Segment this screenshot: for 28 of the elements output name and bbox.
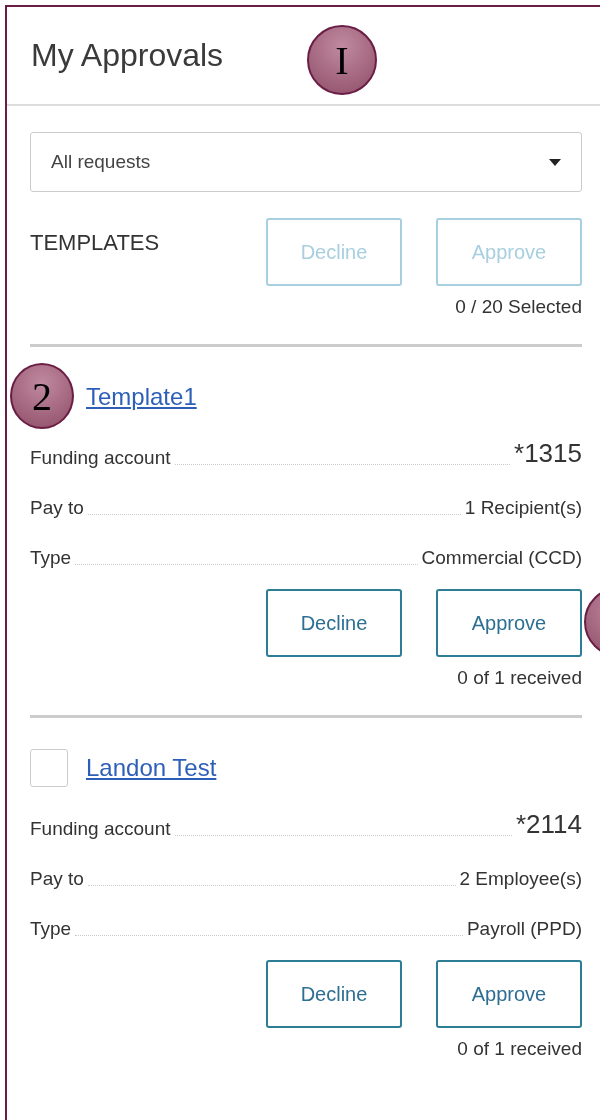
status-text: 0 of 1 received: [457, 667, 582, 689]
callout-badge: I: [307, 25, 377, 95]
field-value: Commercial (CCD): [421, 547, 582, 569]
request-filter-dropdown[interactable]: All requests: [30, 132, 582, 192]
field-label: Funding account: [30, 447, 171, 469]
field-label: Funding account: [30, 818, 171, 840]
field-label: Pay to: [30, 497, 84, 519]
field-value: 1 Recipient(s): [464, 497, 582, 519]
field-label: Type: [30, 918, 72, 940]
action-button[interactable]: Decline: [266, 960, 402, 1028]
status-text: 0 of 1 received: [457, 1038, 582, 1060]
template-link[interactable]: Landon Test: [86, 754, 217, 782]
template-link[interactable]: Template1: [86, 383, 197, 411]
field-value: *2114: [515, 809, 582, 840]
callout-badge: 2: [10, 363, 74, 429]
panel-title: My Approvals: [31, 37, 224, 74]
caret-icon: [549, 158, 561, 166]
action-button[interactable]: Approve: [436, 960, 582, 1028]
section-title: TEMPLATES: [30, 230, 160, 257]
selection-count: 0 / 20 Selected: [455, 296, 582, 318]
field-value: 2 Employee(s): [459, 868, 582, 890]
field-value: Payroll (PPD): [466, 918, 582, 940]
select-checkbox[interactable]: [30, 749, 68, 787]
action-button[interactable]: Decline: [266, 589, 402, 657]
field-label: Type: [30, 547, 72, 569]
field-label: Pay to: [30, 868, 84, 890]
action-button[interactable]: Approve: [436, 589, 582, 657]
field-value: *1315: [514, 438, 582, 469]
